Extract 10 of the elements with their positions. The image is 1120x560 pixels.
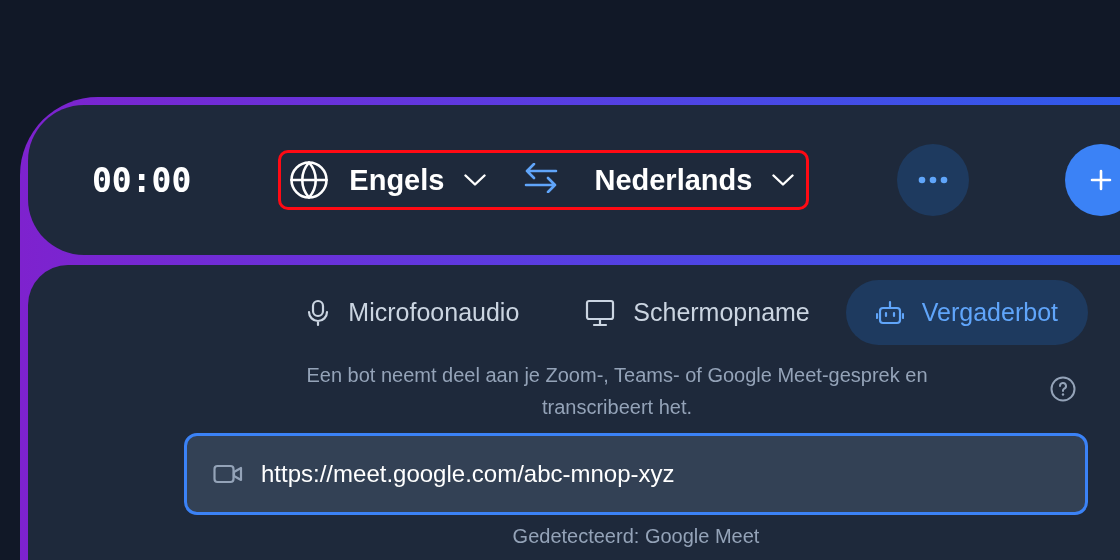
source-language-dropdown[interactable]: Engels (289, 160, 487, 200)
mode-tab[interactable]: Vergaderbot (845, 280, 1088, 345)
mode-tab[interactable]: Microfoonaudio (276, 280, 550, 345)
mode-tab[interactable]: Schermopname (555, 280, 840, 345)
meeting-link-input[interactable]: https://meet.google.com/abc-mnop-xyz (261, 460, 1059, 488)
timer: 00:00 (92, 160, 192, 200)
meeting-link-field[interactable]: https://meet.google.com/abc-mnop-xyz (184, 433, 1088, 515)
detected-platform-text: Gedetecteerd: Google Meet (511, 525, 761, 548)
target-language-dropdown[interactable]: Nederlands (594, 163, 795, 197)
description-text: Een bot neemt deel aan je Zoom-, Teams- of Google Meet-gesprek en transcribeert het. (305, 363, 929, 420)
